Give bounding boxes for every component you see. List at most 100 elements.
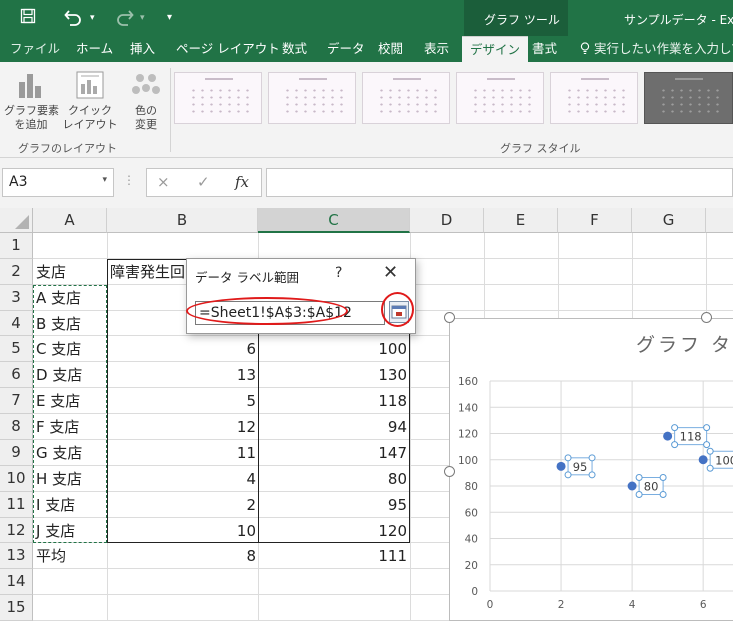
cell-value[interactable]: 100: [261, 336, 407, 362]
tab-review[interactable]: 校閲: [378, 36, 403, 62]
select-all-button[interactable]: [0, 208, 33, 233]
chart-style-1[interactable]: [174, 72, 262, 124]
cell-incident-count[interactable]: 4: [110, 466, 256, 492]
cell-average-label[interactable]: 平均: [36, 543, 106, 569]
name-box[interactable]: A3 ▾: [2, 168, 114, 197]
row-header[interactable]: 10: [0, 465, 33, 492]
row-header[interactable]: 14: [0, 569, 33, 596]
row-header[interactable]: 6: [0, 362, 33, 389]
cell-incident-count[interactable]: 2: [110, 492, 256, 518]
customize-quick-access-icon[interactable]: ▾: [167, 8, 172, 28]
row-header[interactable]: 11: [0, 491, 33, 518]
chart-resize-handle-top[interactable]: [701, 312, 712, 323]
column-header-e[interactable]: E: [484, 208, 558, 233]
tab-insert[interactable]: 挿入: [130, 36, 155, 62]
cell-incident-count[interactable]: 11: [110, 440, 256, 466]
x-tick-label: 2: [558, 599, 565, 611]
cell-incident-count[interactable]: 13: [110, 362, 256, 388]
column-header-c[interactable]: C: [258, 208, 410, 233]
chart-style-6[interactable]: [644, 72, 733, 124]
row-header[interactable]: 4: [0, 310, 33, 337]
tab-view[interactable]: 表示: [424, 36, 449, 62]
chart-style-4[interactable]: [456, 72, 544, 124]
tell-me-box[interactable]: 実行したい作業を入力して: [580, 36, 733, 62]
x-tick-label: 6: [700, 599, 707, 611]
column-header-d[interactable]: D: [410, 208, 484, 233]
column-header-b[interactable]: B: [107, 208, 258, 233]
tab-page-layout[interactable]: ページ レイアウト: [176, 36, 280, 62]
row-header[interactable]: 2: [0, 258, 33, 285]
data-label-handle: [588, 471, 596, 479]
cell-incident-count[interactable]: 12: [110, 414, 256, 440]
ribbon-group-separator: [170, 68, 171, 152]
cell-a2[interactable]: 支店: [36, 259, 106, 285]
data-label-handle: [659, 491, 667, 498]
cell-value[interactable]: 94: [261, 414, 407, 440]
row-header[interactable]: 3: [0, 284, 33, 311]
chart-style-5[interactable]: [550, 72, 638, 124]
name-box-dropdown-icon[interactable]: ▾: [102, 175, 107, 185]
cell-value[interactable]: 95: [261, 492, 407, 518]
column-header-h[interactable]: [706, 208, 733, 233]
add-chart-element-button[interactable]: グラフ要素 を追加: [4, 70, 59, 132]
formula-input[interactable]: [266, 168, 733, 197]
cell-average-c[interactable]: 111: [261, 543, 407, 569]
tab-design[interactable]: デザイン: [462, 36, 529, 62]
column-header-g[interactable]: G: [632, 208, 706, 233]
scatter-chart[interactable]: グラフ タイ 0 20 40 60 80 100 120 140 160 0 2 4 6 95 80 118 10…: [449, 318, 733, 621]
chart-style-2[interactable]: [268, 72, 356, 124]
y-tick-label: 20: [465, 560, 478, 572]
row-header[interactable]: 8: [0, 414, 33, 440]
undo-icon[interactable]: [64, 8, 84, 31]
chart-resize-handle-tl[interactable]: [444, 312, 455, 323]
row-header[interactable]: 13: [0, 543, 33, 570]
cell-value[interactable]: 120: [261, 518, 407, 544]
add-chart-element-label-2: を追加: [14, 118, 48, 131]
group-label-chart-layouts: グラフのレイアウト: [18, 142, 117, 155]
data-label: 118: [680, 430, 702, 444]
cell-incident-count[interactable]: 6: [110, 336, 256, 362]
undo-dropdown-icon[interactable]: ▾: [90, 8, 95, 28]
data-point: [627, 481, 637, 491]
row-header[interactable]: 7: [0, 388, 33, 415]
row-header[interactable]: 9: [0, 439, 33, 466]
chart-style-3[interactable]: [362, 72, 450, 124]
tab-data[interactable]: データ: [327, 36, 365, 62]
quick-layout-button[interactable]: クイック レイアウト: [58, 70, 122, 132]
row-header[interactable]: 12: [0, 517, 33, 544]
cancel-icon[interactable]: ×: [157, 173, 170, 191]
tab-home[interactable]: ホーム: [76, 36, 113, 62]
tab-format[interactable]: 書式: [532, 36, 557, 62]
cell-value[interactable]: 130: [261, 362, 407, 388]
row-header[interactable]: 5: [0, 336, 33, 363]
y-tick-label: 160: [458, 376, 478, 388]
add-chart-element-label-1: グラフ要素: [4, 104, 59, 117]
cell-value[interactable]: 147: [261, 440, 407, 466]
column-header-f[interactable]: F: [558, 208, 632, 233]
change-colors-button[interactable]: 色の 変更: [124, 70, 168, 132]
dialog-title: データ ラベル範囲: [195, 270, 299, 285]
enter-icon[interactable]: ✓: [197, 173, 210, 191]
column-header-a[interactable]: A: [33, 208, 107, 233]
quick-layout-label-2: レイアウト: [62, 118, 118, 131]
redo-dropdown-icon[interactable]: ▾: [140, 8, 145, 28]
cell-average-b[interactable]: 8: [110, 543, 256, 569]
redo-icon[interactable]: [114, 8, 134, 31]
help-button[interactable]: ?: [335, 265, 342, 281]
cell-value[interactable]: 118: [261, 388, 407, 414]
insert-function-icon[interactable]: fx: [235, 173, 249, 191]
row-header[interactable]: 1: [0, 233, 33, 259]
cell-incident-count[interactable]: 5: [110, 388, 256, 414]
data-label: 80: [644, 480, 659, 494]
tab-file[interactable]: ファイル: [10, 36, 60, 62]
x-tick-label: 0: [487, 599, 494, 611]
row-header[interactable]: 15: [0, 595, 33, 621]
tab-formulas[interactable]: 数式: [282, 36, 307, 62]
cell-value[interactable]: 80: [261, 466, 407, 492]
save-icon[interactable]: [20, 8, 36, 29]
cell-incident-count[interactable]: 10: [110, 518, 256, 544]
y-tick-label: 80: [465, 481, 478, 493]
chart-title: グラフ タイ: [636, 334, 733, 356]
chart-resize-handle-left[interactable]: [444, 466, 455, 477]
close-button[interactable]: ✕: [383, 262, 398, 283]
